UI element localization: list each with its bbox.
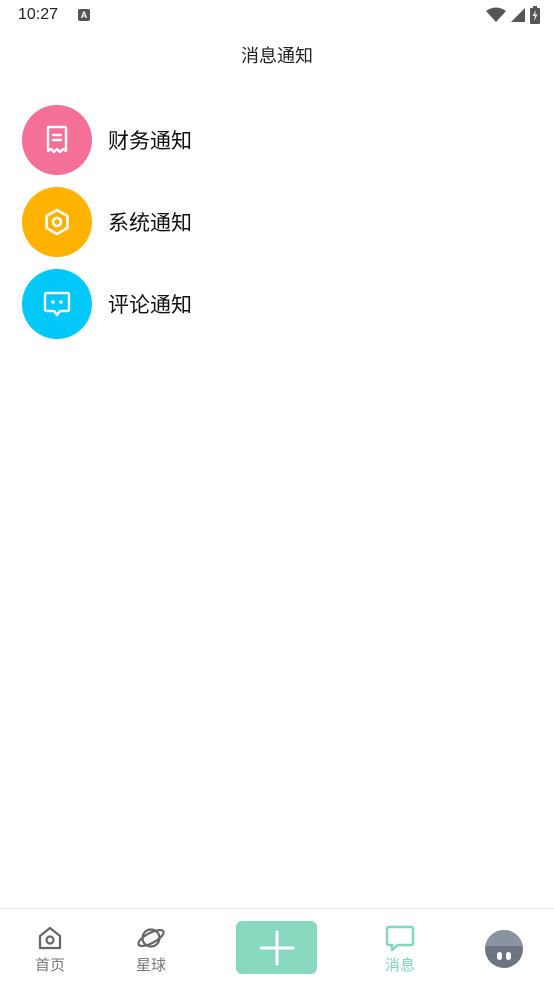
wifi-icon xyxy=(486,7,506,22)
notification-item-system[interactable]: 系统通知 xyxy=(22,187,532,257)
tab-planet[interactable]: 星球 xyxy=(111,909,191,985)
battery-icon xyxy=(530,6,540,24)
avatar-left-eye xyxy=(497,952,502,960)
add-post-button[interactable] xyxy=(236,921,317,974)
avatar[interactable] xyxy=(485,930,523,968)
cell-signal-icon xyxy=(511,8,525,22)
plus-icon xyxy=(259,930,294,965)
notification-item-finance[interactable]: 财务通知 xyxy=(22,105,532,175)
notification-label-system: 系统通知 xyxy=(108,211,192,235)
tab-messages-label: 消息 xyxy=(384,956,415,974)
hexagon-nut-icon xyxy=(45,208,69,236)
finance-icon-circle xyxy=(22,105,92,175)
status-bar: 10:27 A xyxy=(0,0,554,32)
tab-messages[interactable]: 消息 xyxy=(360,909,440,985)
avatar-right-eye xyxy=(506,952,511,960)
system-icon-circle xyxy=(22,187,92,257)
status-time: 10:27 xyxy=(18,6,59,23)
notification-item-comment[interactable]: 评论通知 xyxy=(22,269,532,339)
planet-icon xyxy=(136,923,166,953)
comment-icon-circle xyxy=(22,269,92,339)
accessibility-a-icon: A xyxy=(78,9,90,21)
notification-label-finance: 财务通知 xyxy=(108,129,192,153)
home-icon xyxy=(35,923,65,953)
status-indicators xyxy=(486,6,540,24)
tab-planet-label: 星球 xyxy=(135,956,166,974)
bottom-tab-bar: 首页 星球 消息 xyxy=(0,908,554,985)
tab-home-label: 首页 xyxy=(34,956,65,974)
chat-face-icon xyxy=(43,291,71,317)
tab-home[interactable]: 首页 xyxy=(10,909,90,985)
avatar-hair xyxy=(485,930,523,946)
receipt-icon xyxy=(46,125,68,154)
notification-list: 财务通知 系统通知 评论通知 xyxy=(22,105,532,351)
message-icon xyxy=(385,923,415,953)
page-title: 消息通知 xyxy=(241,46,313,67)
notification-label-comment: 评论通知 xyxy=(108,293,192,317)
